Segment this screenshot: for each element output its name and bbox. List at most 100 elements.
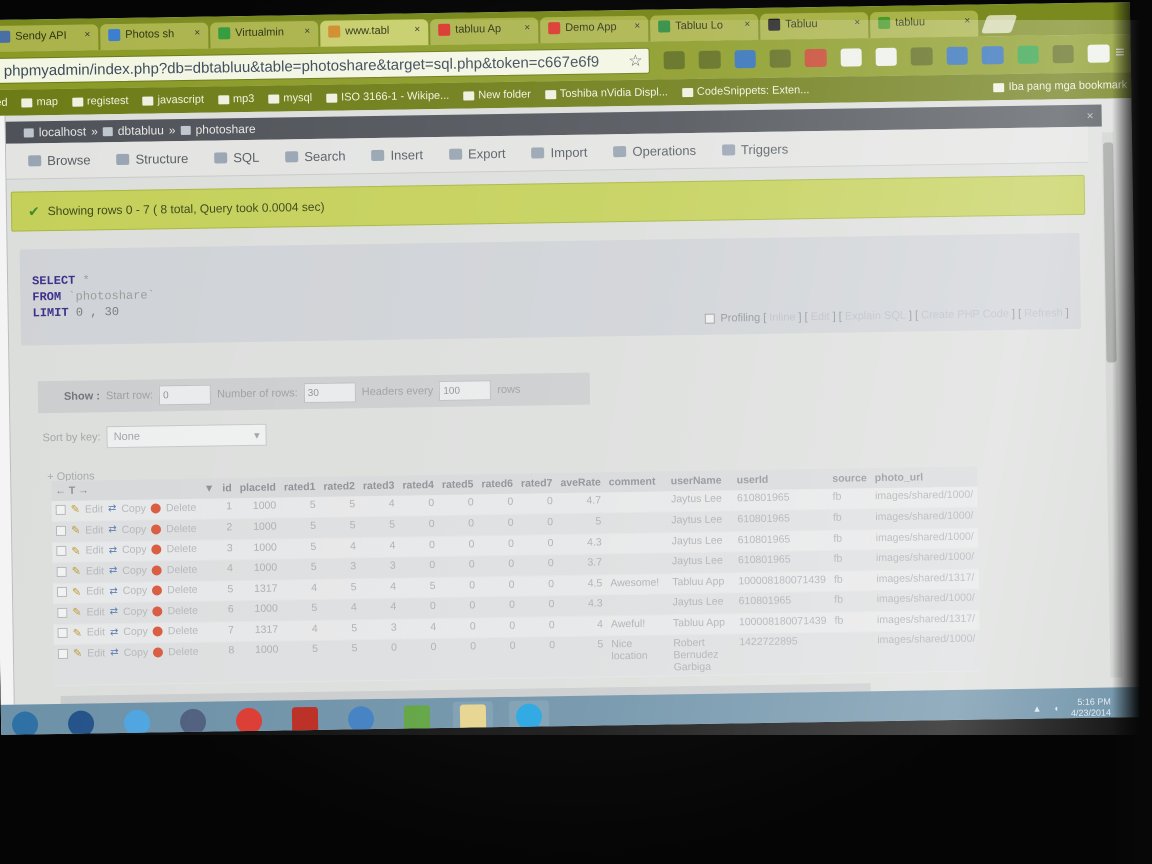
edit-link[interactable]: Edit	[86, 585, 104, 597]
other-bookmarks[interactable]: Iba pang mga bookmark	[993, 79, 1127, 93]
bookmark-star-icon[interactable]: ☆	[628, 51, 643, 71]
bookmark-item[interactable]: javascript	[142, 94, 204, 107]
cell-rated4[interactable]: 0	[399, 536, 440, 558]
cell-rated2[interactable]: 5	[321, 619, 362, 641]
address-bar[interactable]: phpmyadmin/index.php?db=dbtabluu&table=p…	[0, 47, 650, 84]
cell-rated1[interactable]: 5	[282, 640, 323, 682]
cell-rated3[interactable]: 3	[360, 557, 400, 579]
cell-rated6[interactable]: 0	[479, 596, 520, 618]
breadcrumb-database[interactable]: dbtabluu	[118, 123, 164, 138]
cell-comment[interactable]: Aweful!	[606, 614, 670, 636]
edit-link[interactable]: Edit	[85, 524, 103, 536]
cell-rated6[interactable]: 0	[477, 514, 518, 536]
cell-rated7[interactable]: 0	[517, 493, 557, 515]
cell-rated2[interactable]: 5	[319, 496, 360, 518]
bookmark-item[interactable]: registest	[71, 95, 129, 108]
column-header-id[interactable]: id	[218, 478, 236, 499]
cell-rated3[interactable]: 4	[359, 495, 399, 517]
copy-link[interactable]: Copy	[122, 523, 147, 535]
cell-rated3[interactable]: 4	[360, 598, 401, 620]
delete-link[interactable]: Delete	[166, 522, 197, 534]
copy-link[interactable]: Copy	[123, 585, 148, 597]
taskbar-app[interactable]	[397, 702, 437, 735]
close-tab-icon[interactable]: ×	[964, 16, 970, 27]
cell-rated1[interactable]: 5	[281, 558, 321, 580]
edit-link[interactable]: Edit	[811, 311, 830, 323]
browser-tab[interactable]: tabluu ×	[869, 10, 979, 39]
browser-tab[interactable]: www.tabl ×	[320, 19, 429, 47]
close-tab-icon[interactable]: ×	[304, 26, 310, 37]
cell-rated5[interactable]: 0	[439, 576, 480, 598]
cell-rated4[interactable]: 0	[399, 556, 440, 578]
cell-averate[interactable]: 4	[558, 615, 608, 637]
column-header-rated6[interactable]: rated6	[477, 473, 518, 495]
cell-id[interactable]: 6	[220, 600, 238, 622]
cell-rated5[interactable]: 0	[439, 596, 480, 619]
column-header-rated4[interactable]: rated4	[398, 475, 439, 496]
browser-tab[interactable]: Sendy API ×	[0, 24, 99, 52]
cell-comment[interactable]: Awesome!	[606, 573, 669, 595]
explain-sql-link[interactable]: Explain SQL	[845, 310, 906, 323]
refresh-link[interactable]: Refresh	[1024, 307, 1063, 320]
cell-placeid[interactable]: 1000	[236, 518, 281, 540]
cell-userid[interactable]: 100008180071439	[734, 570, 831, 593]
column-toggle-icon[interactable]: T	[69, 485, 76, 497]
column-header-averate[interactable]: aveRate	[556, 472, 605, 494]
cell-rated1[interactable]: 5	[280, 517, 321, 539]
delete-link[interactable]: Delete	[168, 625, 199, 637]
cell-rated5[interactable]: 0	[438, 535, 479, 557]
extension-icon[interactable]	[910, 47, 933, 66]
cell-rated6[interactable]: 0	[478, 575, 519, 597]
cell-id[interactable]: 4	[219, 559, 238, 581]
cell-rated6[interactable]: 0	[478, 555, 519, 577]
cell-userid[interactable]: 100008180071439	[734, 611, 831, 634]
extension-icon[interactable]	[946, 46, 968, 65]
bookmark-item[interactable]: Toshiba nVidia Displ...	[544, 86, 668, 100]
close-tab-icon[interactable]: ×	[194, 28, 200, 39]
copy-link[interactable]: Copy	[124, 646, 149, 658]
edit-link[interactable]: Edit	[85, 503, 103, 515]
column-header-placeid[interactable]: placeId	[235, 477, 281, 499]
tab-sql[interactable]: SQL	[204, 142, 269, 173]
cell-userid[interactable]: 1422722895	[735, 632, 832, 675]
column-header-rated2[interactable]: rated2	[319, 476, 360, 497]
column-header-rated7[interactable]: rated7	[516, 473, 557, 494]
bookmark-item[interactable]: mp3	[217, 93, 254, 106]
column-header-rated1[interactable]: rated1	[279, 476, 320, 498]
column-header-comment[interactable]: comment	[604, 471, 667, 493]
cell-rated4[interactable]: 4	[400, 618, 441, 640]
bookmark-item[interactable]: map	[21, 96, 58, 109]
cell-userid[interactable]: 610801965	[733, 529, 830, 552]
cell-username[interactable]: Jaytus Lee	[667, 531, 734, 553]
cell-rated7[interactable]: 0	[519, 636, 560, 679]
browser-tab[interactable]: Tabluu Lo ×	[650, 13, 759, 42]
cell-rated5[interactable]: 0	[438, 494, 478, 516]
browser-tab[interactable]: Demo App ×	[540, 15, 649, 44]
cell-rated5[interactable]: 0	[440, 617, 480, 639]
extension-icon[interactable]	[1087, 44, 1110, 63]
cell-photo-url[interactable]: images/shared/1000/	[872, 589, 979, 612]
cell-rated4[interactable]: 0	[400, 597, 441, 619]
delete-link[interactable]: Delete	[167, 604, 198, 616]
extension-icon[interactable]	[1052, 44, 1075, 64]
cell-averate[interactable]: 4.3	[557, 533, 606, 555]
breadcrumb-table[interactable]: photoshare	[195, 122, 255, 137]
cell-placeid[interactable]: 1000	[236, 538, 282, 560]
taskbar-app[interactable]	[285, 704, 325, 735]
cell-source[interactable]: fb	[830, 611, 874, 633]
extension-icon[interactable]	[698, 50, 721, 69]
cell-rated5[interactable]: 0	[439, 555, 479, 578]
cell-userid[interactable]: 610801965	[733, 550, 830, 573]
cell-averate[interactable]: 5	[556, 512, 606, 535]
bookmark-item[interactable]: ed	[0, 97, 8, 109]
taskbar-app[interactable]	[5, 708, 45, 735]
extension-icon[interactable]	[769, 49, 792, 68]
close-tab-icon[interactable]: ×	[854, 17, 860, 28]
cell-source[interactable]: fb	[829, 529, 872, 551]
extension-icon[interactable]	[981, 46, 1004, 65]
cell-photo-url[interactable]: images/shared/1000/	[873, 630, 980, 673]
cell-photo-url[interactable]: images/shared/1317/	[872, 568, 979, 591]
cell-id[interactable]: 8	[220, 641, 239, 683]
close-tab-icon[interactable]: ×	[744, 19, 750, 30]
copy-link[interactable]: Copy	[122, 564, 147, 576]
